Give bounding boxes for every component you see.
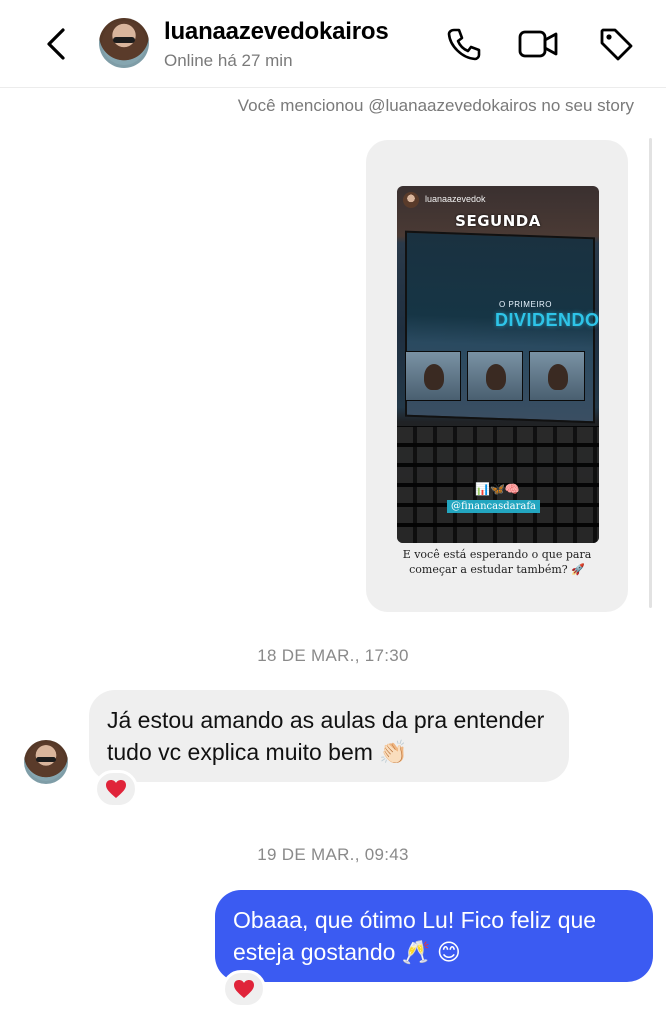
scrollbar[interactable] — [649, 138, 652, 608]
video-thumbnail — [529, 351, 585, 401]
story-author-avatar — [403, 192, 419, 208]
message-timestamp: 19 DE MAR., 09:43 — [257, 845, 409, 864]
message-timestamp: 18 DE MAR., 17:30 — [257, 646, 409, 665]
story-reply-card[interactable]: luanaazevedok SEGUNDA O PRIMEIRO DIVIDEN… — [366, 140, 628, 612]
online-status: Online há 27 min — [164, 51, 293, 70]
back-chevron-icon[interactable] — [36, 22, 76, 66]
avatar[interactable] — [24, 740, 68, 784]
video-camera-icon[interactable] — [516, 22, 560, 66]
story-image[interactable]: luanaazevedok SEGUNDA O PRIMEIRO DIVIDEN… — [397, 186, 599, 543]
story-overlay-small: O PRIMEIRO — [499, 300, 553, 309]
contact-username[interactable]: luanaazevedokairos — [164, 18, 389, 46]
phone-icon[interactable] — [442, 22, 486, 66]
story-author-name: luanaazevedok — [425, 194, 486, 204]
story-mention-note: Você mencionou @luanaazevedokairos no se… — [237, 96, 634, 115]
story-emojis: 📊🦋🧠 — [475, 482, 520, 496]
chat-header: luanaazevedokairos Online há 27 min — [0, 0, 666, 88]
heart-reaction[interactable] — [94, 770, 138, 808]
video-thumbnail — [467, 351, 523, 401]
tag-icon[interactable] — [594, 22, 638, 66]
story-overlay-big: DIVIDENDO — [495, 310, 599, 330]
story-caption: E você está esperando o que para começar… — [402, 548, 592, 576]
heart-reaction[interactable] — [222, 970, 266, 1008]
story-title: SEGUNDA — [455, 212, 541, 230]
incoming-message-bubble[interactable]: Já estou amando as aulas da pra entender… — [89, 690, 569, 782]
video-thumbnail — [405, 351, 461, 401]
story-mention-tag[interactable]: @financasdarafa — [447, 500, 540, 513]
avatar[interactable] — [99, 18, 149, 68]
outgoing-message-bubble[interactable]: Obaaa, que ótimo Lu! Fico feliz que este… — [215, 890, 653, 982]
